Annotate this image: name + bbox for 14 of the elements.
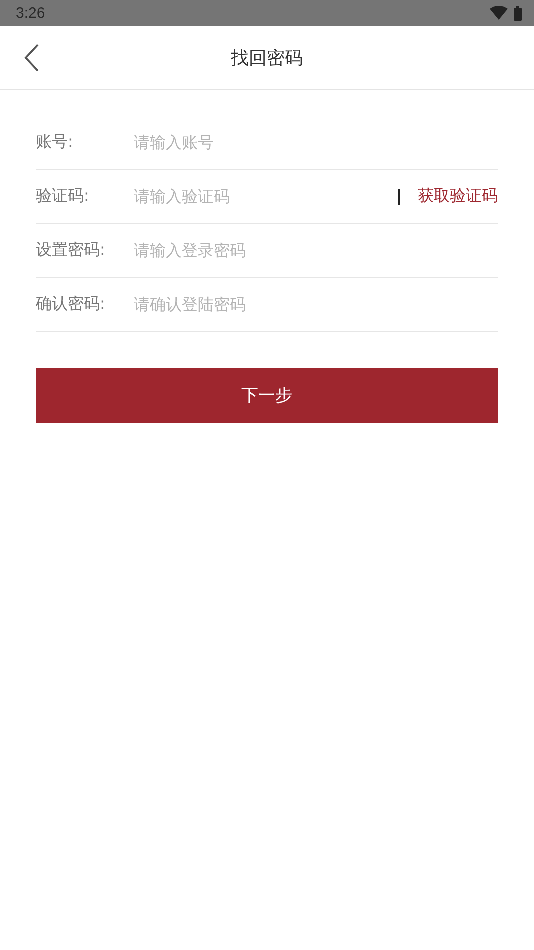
status-time: 3:26 bbox=[16, 4, 46, 22]
field-label: 设置密码: bbox=[36, 240, 106, 261]
input-field[interactable]: 请确认登陆密码 bbox=[134, 295, 498, 314]
next-button[interactable]: 下一步 bbox=[36, 368, 498, 423]
field-label: 确认密码: bbox=[36, 294, 106, 315]
battery-icon bbox=[514, 6, 522, 20]
input-field[interactable]: 请输入登录密码 bbox=[134, 241, 498, 260]
input-field[interactable]: 请输入验证码 bbox=[134, 187, 398, 206]
wifi-icon bbox=[490, 6, 508, 20]
page-title: 找回密码 bbox=[231, 46, 303, 70]
field-label: 验证码: bbox=[36, 186, 90, 207]
get-code-button[interactable]: 获取验证码 bbox=[418, 186, 498, 207]
field-label: 账号: bbox=[36, 132, 74, 153]
input-field[interactable]: 请输入账号 bbox=[134, 133, 498, 152]
